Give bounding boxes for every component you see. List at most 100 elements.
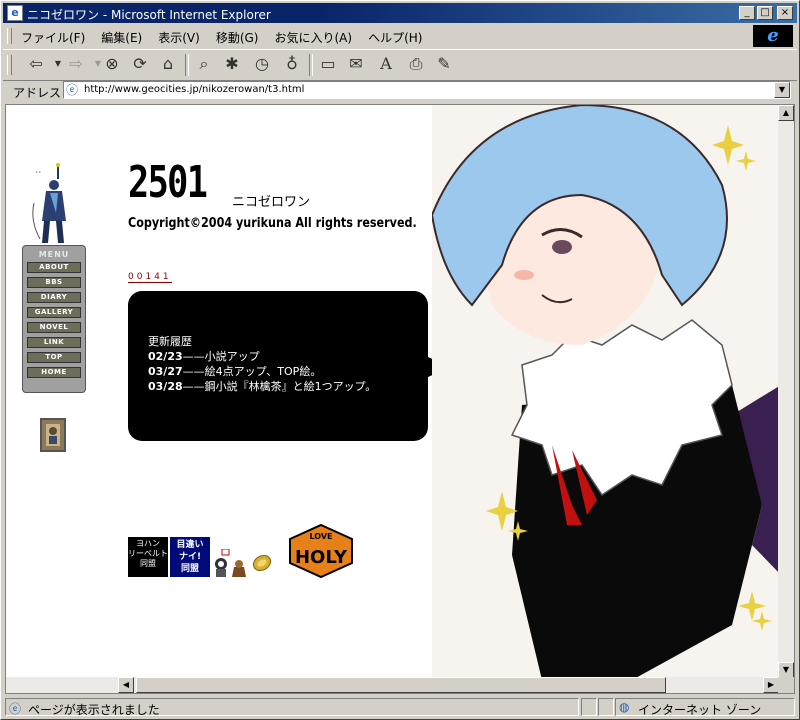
menu-link-button[interactable]: LINK: [27, 337, 81, 348]
page-viewport: ﾟﾟ MENU ABOUT BBS DIARY GALLERY NOVEL LI…: [5, 104, 795, 694]
menu-gallery-button[interactable]: GALLERY: [27, 307, 81, 318]
address-input[interactable]: ⓔ http://www.geocities.jp/nikozerowan/t3…: [63, 81, 791, 99]
status-bar: ⓔ ページが表示されました ◍ インターネット ゾーン: [3, 697, 797, 717]
page-icon: ⓔ: [66, 83, 79, 97]
window-title: ニコゼロワン - Microsoft Internet Explorer: [27, 8, 271, 22]
menu-bar: ファイル(F) 編集(E) 表示(V) 移動(G) お気に入り(A) ヘルプ(H…: [3, 25, 797, 47]
menubar-grip[interactable]: [7, 28, 12, 44]
scroll-right-icon[interactable]: ▶: [763, 677, 779, 693]
mechigai-nai-alliance-banner[interactable]: 目違い ナイ! 同盟: [170, 537, 210, 577]
zone-text: インターネット ゾーン: [638, 703, 762, 717]
back-icon[interactable]: ⇦: [25, 53, 47, 75]
site-logo-kana: ニコゼロワン: [232, 195, 311, 210]
refresh-icon[interactable]: ⟳: [129, 53, 151, 75]
news-date: 03/28: [148, 380, 183, 393]
search-icon[interactable]: ⌕: [193, 53, 215, 75]
site-menu: MENU ABOUT BBS DIARY GALLERY NOVEL LINK …: [22, 245, 86, 393]
list-item: 02/23——小説アップ: [148, 349, 376, 364]
news-date: 02/23: [148, 350, 183, 363]
address-label: アドレス: [13, 86, 62, 100]
coin-banner-image[interactable]: [252, 553, 272, 573]
history-icon[interactable]: ◷: [251, 53, 273, 75]
page-content: ﾟﾟ MENU ABOUT BBS DIARY GALLERY NOVEL LI…: [6, 105, 781, 680]
banner-text: 目違い: [176, 540, 204, 550]
forward-icon[interactable]: ⇨: [65, 53, 87, 75]
toolbar-separator: [185, 54, 189, 76]
list-item: 03/27——絵4点アップ、TOP絵。: [148, 364, 376, 379]
list-item: 03/28——鋼小説『林檎茶』と絵1つアップ。: [148, 379, 376, 394]
home-icon[interactable]: ⌂: [157, 53, 179, 75]
status-cell: [598, 698, 614, 716]
news-date: 03/27: [148, 365, 183, 378]
svg-text:ﾟﾟ: ﾟﾟ: [36, 172, 42, 179]
title-bar: e ニコゼロワン - Microsoft Internet Explorer _…: [3, 3, 797, 23]
font-size-icon[interactable]: A: [375, 53, 397, 75]
update-history-bubble: 更新履歴 02/23——小説アップ 03/27——絵4点アップ、TOP絵。 03…: [128, 291, 428, 441]
security-zone-panel: ◍ インターネット ゾーン: [615, 698, 795, 717]
holy-main-text: HOLY: [295, 547, 348, 568]
menu-home-button[interactable]: HOME: [27, 367, 81, 378]
mascot-figure-image: ﾟﾟ: [32, 163, 66, 243]
access-counter: 00141: [128, 272, 172, 283]
favorites-icon[interactable]: ✱: [221, 53, 243, 75]
fullscreen-icon[interactable]: ▭: [317, 53, 339, 75]
menu-view[interactable]: 表示(V): [158, 29, 200, 46]
internet-zone-icon: ◍: [619, 700, 630, 714]
print-icon[interactable]: ⎙: [405, 53, 427, 75]
character-illustration-image: [432, 105, 781, 680]
toolbar-grip[interactable]: [7, 55, 12, 75]
menu-about-button[interactable]: ABOUT: [27, 262, 81, 273]
copyright-text: Copyright©2004 yurikuna All rights reser…: [128, 216, 417, 231]
scroll-left-icon[interactable]: ◀: [118, 677, 134, 693]
news-text: ——小説アップ: [182, 350, 260, 363]
menu-favorites[interactable]: お気に入り(A): [274, 29, 352, 46]
banner-text: ヨハン: [136, 539, 160, 548]
window-controls: _ □ ×: [739, 6, 793, 20]
stop-icon[interactable]: ⊗: [101, 53, 123, 75]
menu-help[interactable]: ヘルプ(H): [368, 29, 422, 46]
status-text: ページが表示されました: [28, 703, 160, 717]
maximize-button[interactable]: □: [757, 6, 773, 20]
menu-title: MENU: [38, 250, 70, 259]
love-holy-banner-image[interactable]: LOVE HOLY: [286, 523, 356, 579]
window-app-icon[interactable]: e: [7, 5, 23, 21]
minimize-button[interactable]: _: [739, 6, 755, 20]
site-logo-number: 2501: [128, 157, 208, 208]
menu-file[interactable]: ファイル(F): [21, 29, 85, 46]
menu-edit[interactable]: 編集(E): [101, 29, 142, 46]
horizontal-scrollbar[interactable]: ◀ ▶: [6, 677, 779, 693]
channels-icon[interactable]: ♁: [281, 53, 303, 75]
page-done-icon: ⓔ: [9, 702, 22, 716]
news-text: ——鋼小説『林檎茶』と絵1つアップ。: [182, 380, 377, 393]
johan-liebert-alliance-banner[interactable]: ヨハン リーベルト 同盟: [128, 537, 168, 577]
scroll-down-icon[interactable]: ▼: [778, 662, 794, 678]
mail-icon[interactable]: ✉: [345, 53, 367, 75]
ie-throbber-logo: e: [753, 25, 793, 47]
news-text: ——絵4点アップ、TOP絵。: [182, 365, 322, 378]
update-history-list: 02/23——小説アップ 03/27——絵4点アップ、TOP絵。 03/28——…: [148, 349, 376, 394]
holy-love-text: LOVE: [309, 532, 332, 541]
address-url[interactable]: http://www.geocities.jp/nikozerowan/t3.h…: [84, 84, 304, 95]
small-link-banner-image[interactable]: [40, 418, 66, 452]
horizontal-scroll-thumb[interactable]: [136, 677, 666, 693]
banner-text: 同盟: [140, 559, 156, 568]
menu-top-button[interactable]: TOP: [27, 352, 81, 363]
vertical-scrollbar[interactable]: ▲ ▼: [778, 105, 794, 678]
menu-go[interactable]: 移動(G): [216, 29, 259, 46]
scroll-up-icon[interactable]: ▲: [778, 105, 794, 121]
standard-toolbar: ⇦ ▼ ⇨ ▼ ⊗ ⟳ ⌂ ⌕ ✱ ◷ ♁ ▭ ✉ A ⎙ ✎: [3, 49, 797, 81]
status-message-panel: ⓔ ページが表示されました: [5, 698, 579, 717]
menu-bbs-button[interactable]: BBS: [27, 277, 81, 288]
small-characters-banner-image[interactable]: [212, 549, 248, 579]
menu-novel-button[interactable]: NOVEL: [27, 322, 81, 333]
status-cell: [581, 698, 597, 716]
edit-icon[interactable]: ✎: [433, 53, 455, 75]
scrollbar-corner: [778, 677, 794, 693]
close-button[interactable]: ×: [777, 6, 793, 20]
menu-diary-button[interactable]: DIARY: [27, 292, 81, 303]
banner-text: ナイ!: [178, 552, 202, 562]
toolbar-separator: [309, 54, 313, 76]
address-dropdown-icon[interactable]: ▼: [774, 82, 790, 98]
banner-text: 同盟: [180, 564, 199, 574]
update-history-title: 更新履歴: [148, 335, 192, 348]
